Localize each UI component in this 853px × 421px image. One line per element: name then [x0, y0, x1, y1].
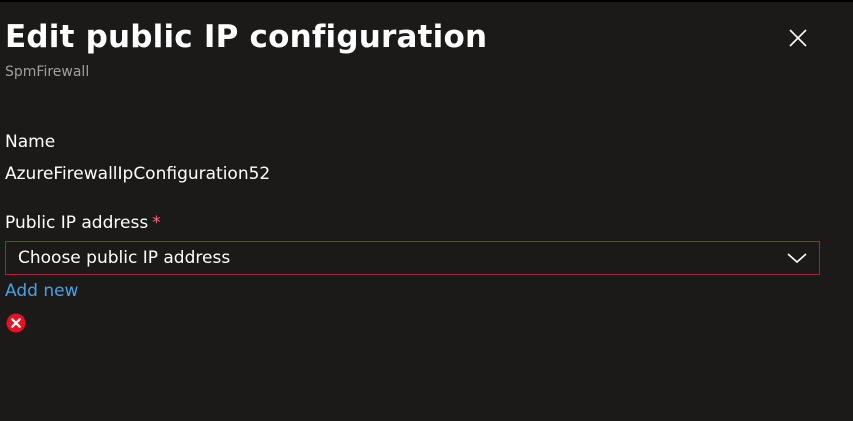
close-button[interactable] — [784, 24, 812, 52]
chevron-down-icon — [787, 251, 807, 265]
name-value: AzureFirewallIpConfiguration52 — [5, 164, 271, 184]
close-icon — [789, 29, 807, 47]
public-ip-dropdown-placeholder: Choose public IP address — [18, 248, 231, 268]
public-ip-dropdown[interactable]: Choose public IP address — [5, 241, 820, 275]
add-new-link[interactable]: Add new — [5, 280, 78, 302]
panel-title: Edit public IP configuration — [5, 19, 488, 55]
name-label: Name — [5, 132, 56, 152]
public-ip-label: Public IP address * — [5, 212, 161, 234]
panel-subtitle: SpmFirewall — [5, 64, 90, 80]
public-ip-label-text: Public IP address — [5, 213, 149, 233]
error-icon — [6, 313, 26, 333]
required-indicator: * — [152, 213, 161, 233]
top-border — [0, 0, 853, 2]
